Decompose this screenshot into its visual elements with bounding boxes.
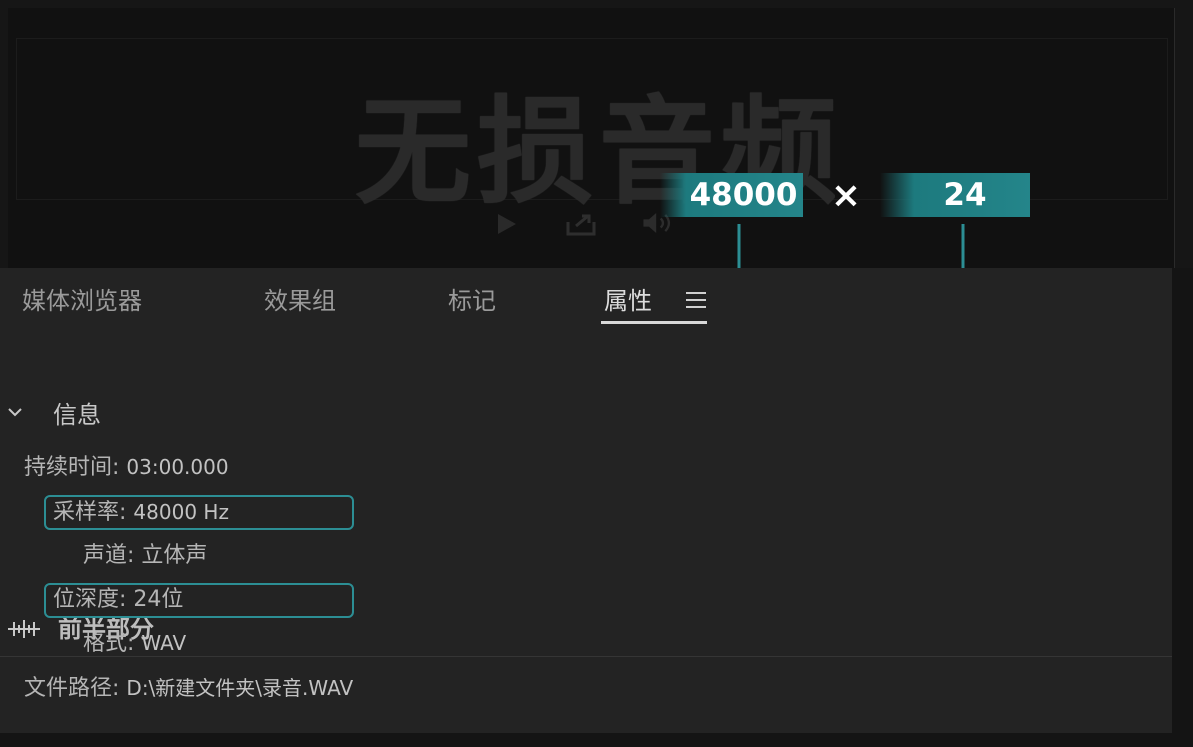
info-channels-label: 声道: — [83, 543, 135, 568]
info-format-label: 格式: — [83, 631, 135, 656]
bottom-gutter — [0, 733, 1193, 747]
tab-properties[interactable]: 属性 — [604, 286, 652, 316]
sample-rate-badge-text: 48000 — [689, 177, 798, 213]
tab-media-browser[interactable]: 媒体浏览器 — [22, 286, 142, 316]
info-format-value: WAV — [141, 631, 187, 655]
info-section-title[interactable]: 信息 — [53, 398, 101, 432]
chevron-down-icon[interactable] — [6, 404, 24, 420]
info-file-path-value: D:\新建文件夹\录音.WAV — [126, 676, 354, 700]
audio-clip-icon — [8, 620, 40, 638]
bit-depth-highlight-box — [44, 583, 354, 618]
play-icon[interactable] — [492, 208, 532, 238]
active-tab-indicator — [601, 321, 707, 324]
bit-depth-badge: 24 — [880, 173, 1030, 217]
info-duration-value: 03:00.000 — [126, 455, 229, 479]
right-gutter — [1172, 268, 1193, 747]
export-icon[interactable] — [562, 208, 602, 238]
bit-depth-badge-text: 24 — [943, 177, 987, 213]
info-file-path-label: 文件路径: — [24, 676, 120, 701]
info-channels: 声道: 立体声 — [83, 541, 207, 571]
sample-rate-highlight-box — [44, 495, 354, 530]
info-duration-label: 持续时间: — [24, 455, 120, 480]
multiply-symbol: × — [830, 175, 862, 216]
tab-markers[interactable]: 标记 — [448, 286, 496, 316]
info-file-path: 文件路径: D:\新建文件夹\录音.WAV — [24, 673, 353, 704]
tab-effects-rack[interactable]: 效果组 — [264, 286, 336, 316]
panel-menu-icon[interactable] — [686, 292, 706, 310]
info-format: 格式: WAV — [83, 628, 186, 659]
info-duration: 持续时间: 03:00.000 — [24, 452, 229, 483]
info-channels-value: 立体声 — [141, 543, 208, 568]
sample-rate-badge: 48000 — [660, 173, 803, 217]
